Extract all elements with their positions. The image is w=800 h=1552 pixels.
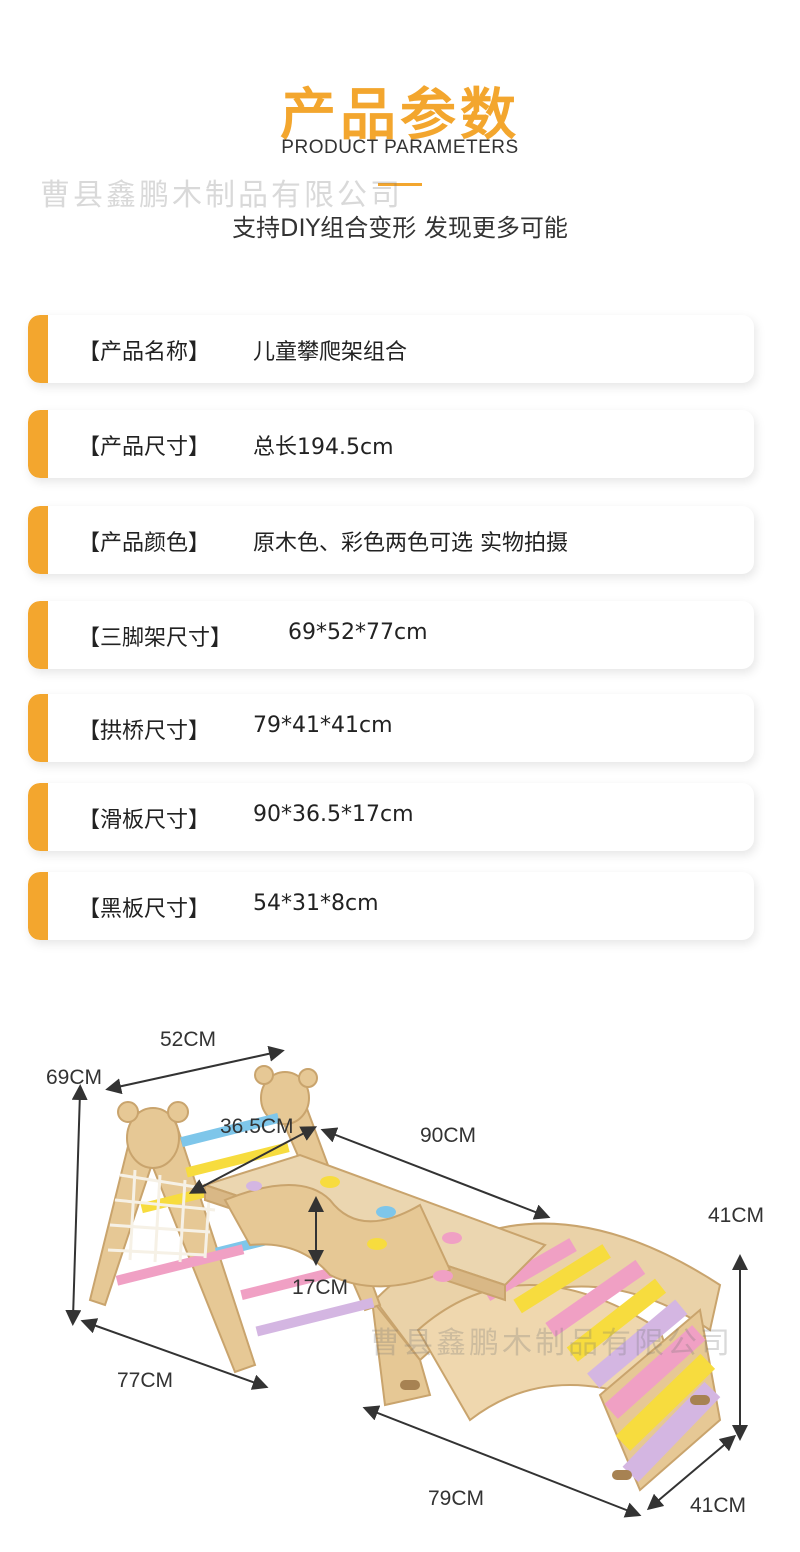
dim-label-17: 17CM [292, 1276, 349, 1299]
param-label: 【产品尺寸】 [78, 435, 211, 460]
dim-label-90: 90CM [420, 1124, 477, 1147]
param-row-arch: 【拱桥尺寸】 79*41*41cm [28, 694, 754, 762]
dim-label-77: 77CM [117, 1369, 174, 1392]
product-diagram: 52CM 69CM 36.5CM 90CM 41CM 17CM 77CM 79C… [0, 1000, 800, 1548]
accent-bar [28, 783, 48, 851]
param-value: 54*31*8cm [253, 891, 379, 916]
accent-bar [28, 872, 48, 940]
param-value: 儿童攀爬架组合 [253, 340, 408, 365]
dim-label-36-5: 36.5CM [220, 1115, 294, 1138]
param-value: 总长194.5cm [253, 435, 394, 460]
param-value: 90*36.5*17cm [253, 802, 414, 827]
dim-label-41-depth: 41CM [690, 1494, 747, 1517]
page-subtitle: PRODUCT PARAMETERS [281, 137, 519, 158]
param-value: 69*52*77cm [288, 620, 428, 645]
param-row-tripod: 【三脚架尺寸】 69*52*77cm [28, 601, 754, 669]
accent-bar [28, 694, 48, 762]
accent-bar [28, 315, 48, 383]
param-value: 79*41*41cm [253, 713, 393, 738]
accent-bar [28, 410, 48, 478]
param-value: 原木色、彩色两色可选 实物拍摄 [253, 531, 568, 556]
param-label: 【拱桥尺寸】 [78, 719, 211, 744]
param-label: 【滑板尺寸】 [78, 808, 211, 833]
param-label: 【三脚架尺寸】 [78, 626, 233, 651]
dim-label-69: 69CM [46, 1066, 103, 1089]
dim-label-52: 52CM [160, 1028, 217, 1051]
dim-label-79: 79CM [428, 1487, 485, 1510]
param-row-board: 【黑板尺寸】 54*31*8cm [28, 872, 754, 940]
watermark: 曹县鑫鹏木制品有限公司 [370, 1326, 733, 1361]
param-row-size: 【产品尺寸】 总长194.5cm [28, 410, 754, 478]
dim-label-41-height: 41CM [708, 1204, 765, 1227]
accent-bar [28, 601, 48, 669]
param-label: 【产品名称】 [78, 340, 211, 365]
accent-bar [28, 506, 48, 574]
product-illustration [65, 1045, 748, 1518]
tagline: 支持DIY组合变形 发现更多可能 [232, 214, 568, 242]
param-label: 【黑板尺寸】 [78, 897, 211, 922]
slide-board [201, 1153, 547, 1302]
param-label: 【产品颜色】 [78, 531, 211, 556]
param-row-slide: 【滑板尺寸】 90*36.5*17cm [28, 783, 754, 851]
param-row-color: 【产品颜色】 原木色、彩色两色可选 实物拍摄 [28, 506, 754, 574]
param-row-name: 【产品名称】 儿童攀爬架组合 [28, 315, 754, 383]
